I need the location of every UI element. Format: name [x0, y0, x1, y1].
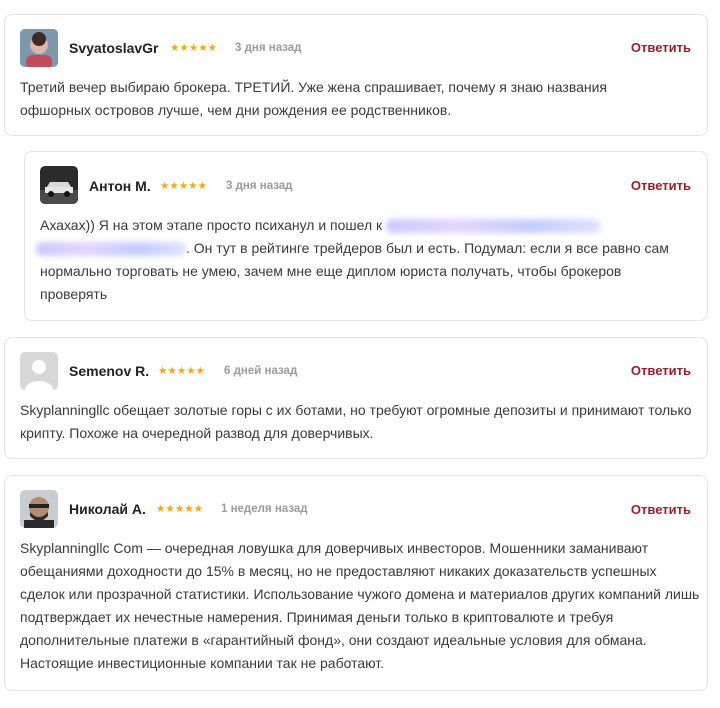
review-card: Николай А. ★★★★★ 1 неделя назад Ответить… — [4, 475, 708, 691]
reply-card: Антон М. ★★★★★ 3 дня назад Ответить Ахах… — [24, 151, 708, 321]
reviewer-name: Николай А. — [69, 501, 146, 517]
rating-stars: ★★★★★ — [158, 365, 206, 377]
review-card: SvyatoslavGr ★★★★★ 3 дня назад Ответить … — [4, 14, 708, 136]
reply-button[interactable]: Ответить — [631, 40, 691, 56]
reply-button[interactable]: Ответить — [631, 502, 691, 518]
avatar — [20, 29, 58, 67]
review-text: Ахахах)) Я на этом этапе просто психанул… — [36, 214, 690, 306]
avatar — [20, 352, 58, 390]
rating-stars: ★★★★★ — [156, 503, 204, 515]
review-date: 6 дней назад — [224, 365, 298, 377]
review-text-part: Ахахах)) Я на этом этапе просто психанул… — [40, 217, 383, 233]
reviewer-name: Semenov R. — [69, 363, 150, 379]
review-date: 3 дня назад — [235, 42, 302, 54]
reviewer-name: SvyatoslavGr — [69, 40, 159, 56]
avatar — [20, 490, 58, 528]
reply-button[interactable]: Ответить — [631, 363, 691, 379]
review-date: 3 дня назад — [226, 180, 293, 192]
reply-button[interactable]: Ответить — [631, 178, 691, 194]
rating-stars: ★★★★★ — [170, 42, 218, 54]
review-date: 1 неделя назад — [221, 503, 308, 515]
review-text: Skyplanningllc Com — очередная ловушка д… — [20, 540, 700, 671]
review-card: Semenov R. ★★★★★ 6 дней назад Ответить S… — [4, 337, 708, 459]
blurred-link[interactable] — [36, 242, 186, 257]
review-text: Skyplanningllc обещает золотые горы с их… — [20, 402, 692, 441]
blurred-link[interactable] — [386, 219, 602, 234]
avatar — [40, 166, 78, 204]
review-text: Третий вечер выбираю брокера. ТРЕТИЙ. Уж… — [20, 79, 608, 118]
rating-stars: ★★★★★ — [160, 180, 208, 192]
reviewer-name: Антон М. — [89, 178, 151, 194]
